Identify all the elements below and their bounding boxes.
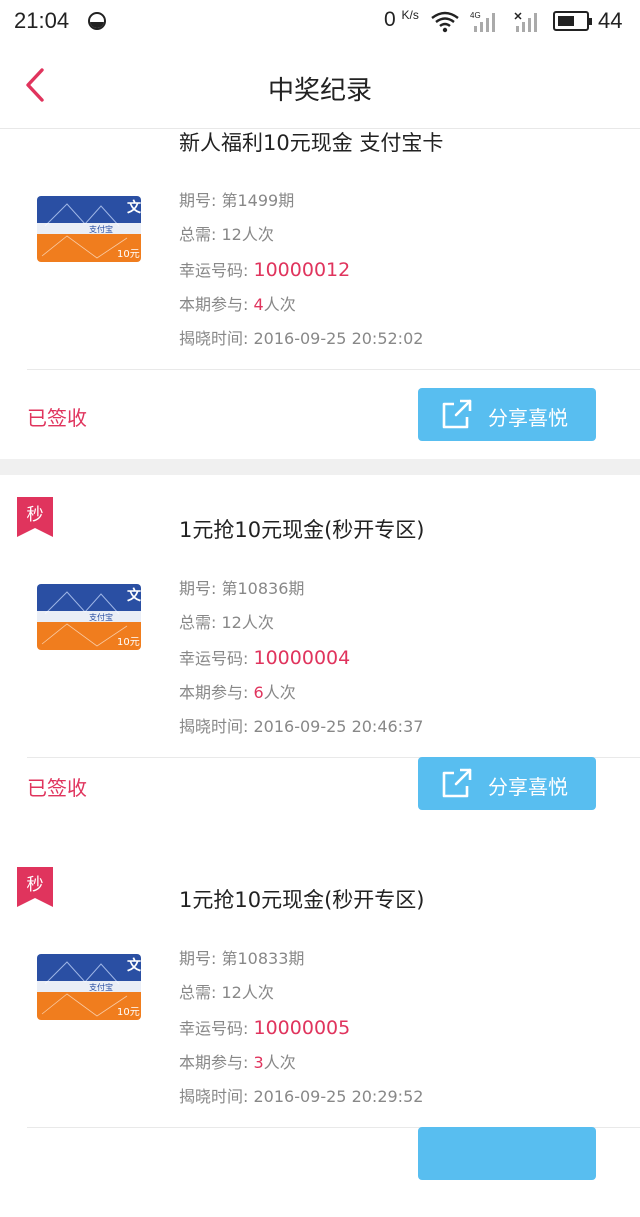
joined-count: 3 bbox=[253, 1053, 264, 1072]
reveal-time-label: 揭晓时间: bbox=[179, 717, 249, 736]
lucky-number: 10000005 bbox=[253, 1017, 351, 1039]
product-image[interactable]: 支付宝 文 10元 bbox=[37, 584, 141, 650]
section-gap bbox=[0, 459, 640, 475]
joined-row: 本期参与: 3人次 bbox=[179, 1053, 296, 1073]
sec-badge-label: 秒 bbox=[27, 875, 44, 895]
share-button[interactable] bbox=[418, 1127, 596, 1180]
sec-badge-icon: 秒 bbox=[17, 867, 53, 907]
card-value: 10元 bbox=[117, 249, 140, 260]
joined-count: 6 bbox=[253, 683, 264, 702]
joined-row: 本期参与: 4人次 bbox=[179, 295, 296, 315]
status-label: 已签收 bbox=[27, 406, 87, 430]
product-title[interactable]: 1元抢10元现金(秒开专区) bbox=[179, 884, 424, 914]
net-speed-unit: K/s bbox=[401, 8, 419, 22]
share-button[interactable]: 分享喜悦 bbox=[418, 757, 596, 810]
reveal-time-value: 2016-09-25 20:29:52 bbox=[253, 1087, 424, 1106]
lucky-number-row: 幸运号码: 10000004 bbox=[179, 648, 350, 669]
total-label: 总需: bbox=[179, 225, 217, 244]
svg-text:文: 文 bbox=[127, 199, 141, 216]
card-value: 10元 bbox=[117, 637, 140, 648]
card-brand: 支付宝 bbox=[89, 982, 113, 992]
reveal-time-value: 2016-09-25 20:46:37 bbox=[253, 717, 424, 736]
share-button[interactable]: 分享喜悦 bbox=[418, 388, 596, 441]
net-speed-value: 0 bbox=[384, 8, 396, 31]
total-label: 总需: bbox=[179, 613, 217, 632]
lucky-number: 10000012 bbox=[253, 259, 351, 281]
joined-unit: 人次 bbox=[263, 1053, 296, 1072]
record-card: 新人福利10元现金 支付宝卡 支付宝 文 10元 期号: 第1499期 总需: … bbox=[0, 129, 640, 459]
net-speed: 0 K/s bbox=[384, 8, 419, 32]
period-label: 期号: bbox=[179, 579, 217, 598]
reveal-time-label: 揭晓时间: bbox=[179, 1087, 249, 1106]
total-row: 总需: 12人次 bbox=[179, 613, 274, 633]
period-label: 期号: bbox=[179, 191, 217, 210]
total-row: 总需: 12人次 bbox=[179, 225, 274, 245]
reveal-time-row: 揭晓时间: 2016-09-25 20:52:02 bbox=[179, 329, 423, 349]
period-value: 第10833期 bbox=[221, 949, 305, 968]
share-label: 分享喜悦 bbox=[488, 406, 568, 430]
lucky-number: 10000004 bbox=[253, 647, 351, 669]
joined-row: 本期参与: 6人次 bbox=[179, 683, 296, 703]
lucky-number-row: 幸运号码: 10000005 bbox=[179, 1018, 350, 1039]
reveal-time-row: 揭晓时间: 2016-09-25 20:46:37 bbox=[179, 717, 423, 737]
product-title[interactable]: 新人福利10元现金 支付宝卡 bbox=[179, 127, 443, 157]
lucky-number-row: 幸运号码: 10000012 bbox=[179, 260, 350, 281]
product-image[interactable]: 支付宝 文 10元 bbox=[37, 196, 141, 262]
period-label: 期号: bbox=[179, 949, 217, 968]
half-moon-icon bbox=[88, 12, 106, 30]
wifi-icon bbox=[430, 10, 460, 38]
svg-text:文: 文 bbox=[127, 957, 141, 974]
joined-label: 本期参与: bbox=[179, 295, 249, 314]
svg-text:文: 文 bbox=[127, 587, 141, 604]
status-bar: 21:04 0 K/s 4G 44 bbox=[0, 0, 640, 44]
battery-icon bbox=[553, 11, 592, 31]
total-value: 12人次 bbox=[221, 983, 274, 1002]
joined-label: 本期参与: bbox=[179, 1053, 249, 1072]
winning-record-list: 新人福利10元现金 支付宝卡 支付宝 文 10元 期号: 第1499期 总需: … bbox=[0, 129, 640, 1217]
signal-icon bbox=[512, 10, 544, 38]
lucky-label: 幸运号码: bbox=[179, 1019, 249, 1038]
total-row: 总需: 12人次 bbox=[179, 983, 274, 1003]
status-time: 21:04 bbox=[14, 8, 70, 33]
sec-badge-label: 秒 bbox=[27, 505, 44, 525]
share-icon bbox=[442, 399, 472, 429]
share-icon bbox=[442, 768, 472, 798]
total-value: 12人次 bbox=[221, 613, 274, 632]
period-value: 第10836期 bbox=[221, 579, 305, 598]
joined-unit: 人次 bbox=[263, 683, 296, 702]
nav-header: 中奖纪录 bbox=[0, 44, 640, 129]
period-row: 期号: 第10833期 bbox=[179, 949, 304, 969]
product-image[interactable]: 支付宝 文 10元 bbox=[37, 954, 141, 1020]
network-type-label: 4G bbox=[470, 11, 481, 20]
share-label: 分享喜悦 bbox=[488, 775, 568, 799]
battery-level: 44 bbox=[598, 8, 623, 33]
signal-4g-icon: 4G bbox=[470, 10, 502, 38]
status-label: 已签收 bbox=[27, 776, 87, 800]
total-label: 总需: bbox=[179, 983, 217, 1002]
joined-label: 本期参与: bbox=[179, 683, 249, 702]
card-brand: 支付宝 bbox=[89, 224, 113, 234]
joined-unit: 人次 bbox=[263, 295, 296, 314]
card-value: 10元 bbox=[117, 1007, 140, 1018]
lucky-label: 幸运号码: bbox=[179, 649, 249, 668]
record-card: 秒 1元抢10元现金(秒开专区) 支付宝 文 10元 期号: 第10833期 总… bbox=[0, 845, 640, 1217]
reveal-time-row: 揭晓时间: 2016-09-25 20:29:52 bbox=[179, 1087, 423, 1107]
product-title[interactable]: 1元抢10元现金(秒开专区) bbox=[179, 514, 424, 544]
sec-badge-icon: 秒 bbox=[17, 497, 53, 537]
total-value: 12人次 bbox=[221, 225, 274, 244]
reveal-time-value: 2016-09-25 20:52:02 bbox=[253, 329, 424, 348]
period-value: 第1499期 bbox=[221, 191, 295, 210]
page-title: 中奖纪录 bbox=[267, 76, 372, 106]
record-card: 秒 1元抢10元现金(秒开专区) 支付宝 文 10元 期号: 第10836期 总… bbox=[0, 475, 640, 847]
lucky-label: 幸运号码: bbox=[179, 261, 249, 280]
reveal-time-label: 揭晓时间: bbox=[179, 329, 249, 348]
period-row: 期号: 第1499期 bbox=[179, 191, 294, 211]
period-row: 期号: 第10836期 bbox=[179, 579, 304, 599]
joined-count: 4 bbox=[253, 295, 264, 314]
card-brand: 支付宝 bbox=[89, 612, 113, 622]
